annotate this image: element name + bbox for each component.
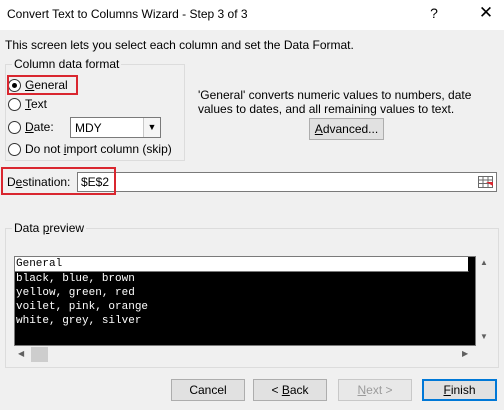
date-format-value: MDY — [75, 121, 102, 135]
data-preview-area[interactable]: General black, blue, brown yellow, green… — [14, 256, 476, 346]
finish-button[interactable]: Finish — [422, 379, 497, 401]
cancel-button[interactable]: Cancel — [171, 379, 245, 401]
back-button[interactable]: < Back — [253, 379, 327, 401]
preview-row: white, grey, silver — [16, 315, 142, 327]
preview-row: voilet, pink, orange — [16, 301, 149, 313]
preview-vertical-scrollbar[interactable]: ▲ ▼ — [476, 256, 493, 346]
radio-date-label: Date: — [25, 120, 54, 134]
radio-skip-label: Do not import column (skip) — [25, 142, 172, 156]
date-format-select[interactable]: MDY ▼ — [70, 117, 161, 138]
help-icon[interactable]: ? — [425, 5, 443, 21]
preview-column-header[interactable]: General — [15, 257, 469, 272]
destination-highlight-box — [1, 167, 116, 195]
preview-row: black, blue, brown — [16, 273, 135, 285]
next-button: Next > — [338, 379, 412, 401]
data-preview-title: Data preview — [12, 221, 87, 235]
radio-text[interactable]: Text — [8, 96, 47, 112]
radio-date-button[interactable] — [8, 120, 21, 134]
close-icon[interactable]: ✕ — [476, 3, 496, 23]
scroll-left-icon[interactable]: ◀ — [18, 349, 24, 358]
horizontal-scroll-thumb[interactable] — [31, 347, 48, 362]
intro-text: This screen lets you select each column … — [5, 38, 354, 52]
scroll-up-icon[interactable]: ▲ — [480, 258, 488, 267]
destination-input[interactable]: $E$2 — [77, 172, 497, 192]
advanced-button[interactable]: Advanced... — [309, 118, 384, 140]
chevron-down-icon[interactable]: ▼ — [143, 118, 160, 137]
scroll-right-icon[interactable]: ▶ — [462, 349, 468, 358]
format-description: 'General' converts numeric values to num… — [198, 88, 472, 116]
range-picker-icon[interactable] — [477, 174, 495, 190]
column-data-format-title: Column data format — [12, 57, 122, 71]
radio-text-label: Text — [25, 97, 48, 111]
radio-skip[interactable]: Do not import column (skip) — [8, 141, 172, 157]
title-bar: Convert Text to Columns Wizard - Step 3 … — [0, 0, 504, 30]
preview-row: yellow, green, red — [16, 287, 135, 299]
preview-horizontal-scrollbar[interactable]: ◀ ▶ — [14, 346, 493, 363]
radio-date[interactable]: Date: — [8, 119, 54, 135]
general-highlight-box — [7, 75, 78, 95]
window-title: Convert Text to Columns Wizard - Step 3 … — [7, 7, 248, 21]
radio-text-button[interactable] — [8, 97, 21, 111]
data-preview-group: Data preview General black, blue, brown … — [5, 221, 499, 368]
radio-skip-button[interactable] — [8, 142, 21, 156]
scroll-down-icon[interactable]: ▼ — [480, 332, 488, 341]
